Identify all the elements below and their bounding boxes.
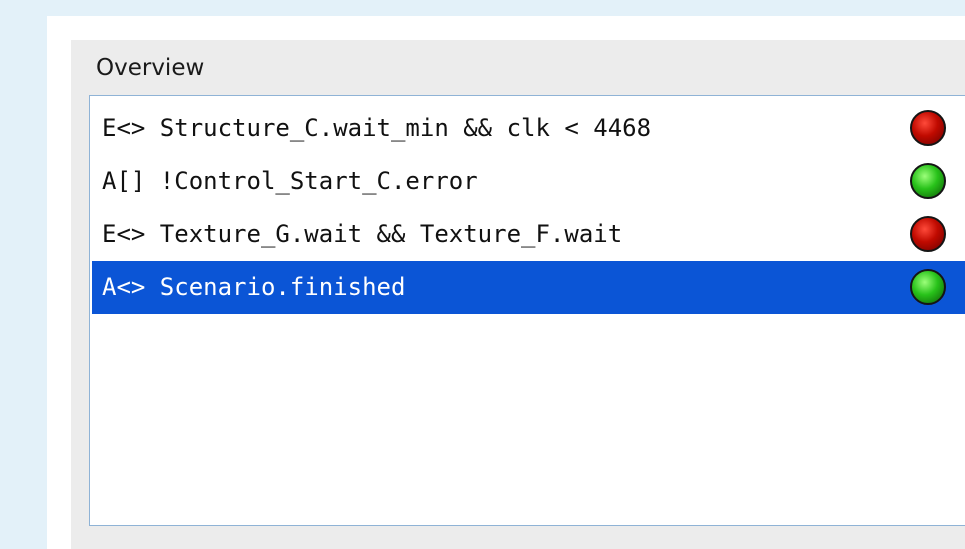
red-light-icon — [910, 216, 946, 252]
red-light-icon — [910, 110, 946, 146]
query-text: A[] !Control_Start_C.error — [102, 167, 478, 195]
query-row[interactable]: E<> Structure_C.wait_min && clk < 4468 — [92, 102, 965, 155]
query-text: E<> Texture_G.wait && Texture_F.wait — [102, 220, 623, 248]
query-text: A<> Scenario.finished — [102, 273, 406, 301]
overview-panel: Overview E<> Structure_C.wait_min && clk… — [71, 40, 965, 549]
query-row[interactable]: E<> Texture_G.wait && Texture_F.wait — [92, 208, 965, 261]
panel-title: Overview — [96, 55, 205, 81]
query-text: E<> Structure_C.wait_min && clk < 4468 — [102, 114, 652, 142]
green-light-icon — [910, 269, 946, 305]
outer-window: Overview E<> Structure_C.wait_min && clk… — [47, 16, 965, 549]
query-list[interactable]: E<> Structure_C.wait_min && clk < 4468 A… — [89, 95, 965, 526]
green-light-icon — [910, 163, 946, 199]
query-row[interactable]: A[] !Control_Start_C.error — [92, 155, 965, 208]
query-row-selected[interactable]: A<> Scenario.finished — [92, 261, 965, 314]
